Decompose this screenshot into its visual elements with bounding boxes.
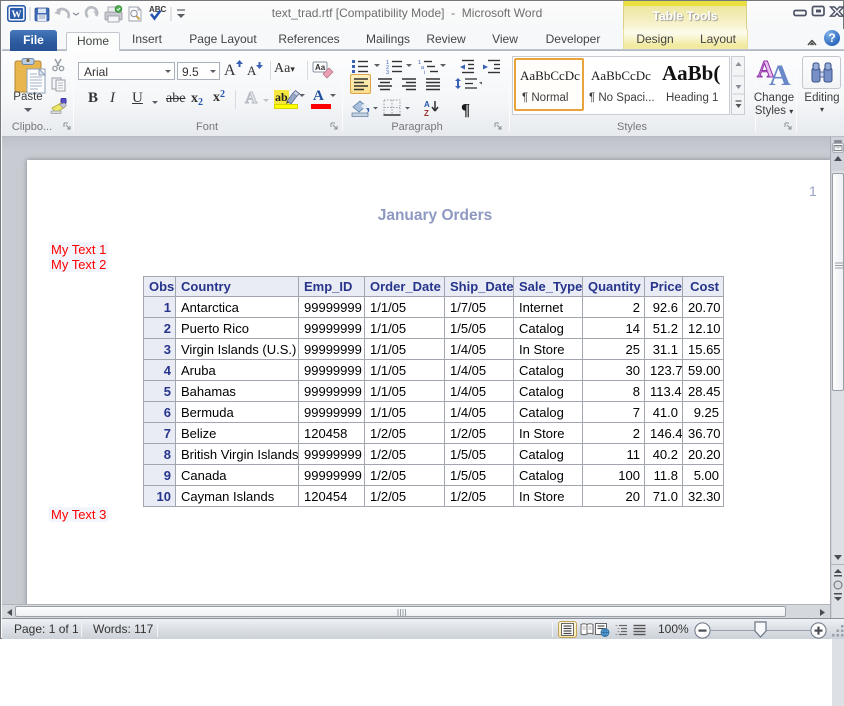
svg-text:W: W bbox=[12, 10, 22, 21]
svg-text:A: A bbox=[424, 100, 430, 109]
svg-text:Aa: Aa bbox=[315, 63, 326, 72]
svg-text:3: 3 bbox=[386, 70, 389, 74]
svg-text:Z: Z bbox=[424, 109, 429, 118]
svg-text:¶: ¶ bbox=[461, 100, 470, 119]
svg-text:i: i bbox=[424, 70, 425, 74]
